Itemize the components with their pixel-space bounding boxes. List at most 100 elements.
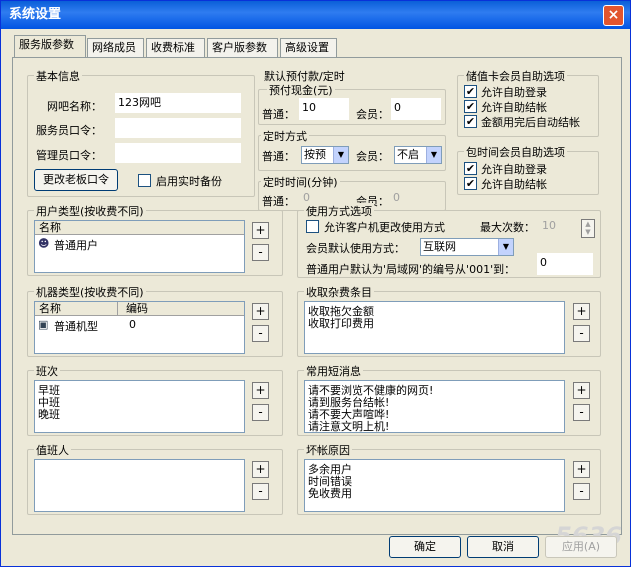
usage-options-title: 使用方式选项 <box>304 203 374 219</box>
remove-machine-type-button[interactable]: - <box>252 325 269 342</box>
usage-options-group: 使用方式选项 允许客户机更改使用方式 最大次数： 10 ▲ ▼ 会员默认使用方式：… <box>297 203 601 278</box>
remove-bad-debt-button[interactable]: - <box>573 483 590 500</box>
machine-col-code: 编码 <box>117 302 148 315</box>
prepay-cash-title: 预付现金(元) <box>267 82 335 98</box>
shift-group: 班次 早班 中班 晚班 + - <box>27 363 283 436</box>
messages-group: 常用短消息 请不要浏览不健康的网页! 请到服务台结帐! 请不要大声喧哗! 请注意… <box>297 363 601 436</box>
max-count-spinner[interactable]: ▲ ▼ <box>581 219 595 238</box>
messages-list[interactable]: 请不要浏览不健康的网页! 请到服务台结帐! 请不要大声喧哗! 请注意文明上机! <box>304 380 565 433</box>
method-member-value: 不启 <box>397 148 419 161</box>
add-shift-button[interactable]: + <box>252 382 269 399</box>
tab-advanced[interactable]: 高级设置 <box>280 38 337 57</box>
timed-checkout-label: 允许自助结帐 <box>481 178 547 191</box>
tab-service-params[interactable]: 服务版参数 <box>14 35 86 58</box>
user-type-header: 名称 <box>35 221 244 235</box>
method-normal-label: 普通： <box>262 150 295 163</box>
user-type-title: 用户类型(按收费不同) <box>34 203 146 219</box>
timed-checkout-checkbox[interactable]: ✔ <box>464 177 477 190</box>
remove-user-type-button[interactable]: - <box>252 244 269 261</box>
remove-duty-button[interactable]: - <box>252 483 269 500</box>
user-type-item[interactable]: 普通用户 <box>54 237 98 253</box>
bad-debt-title: 坏帐原因 <box>304 442 352 458</box>
machine-type-list[interactable]: 名称 编码 ▣ 普通机型 0 <box>34 301 245 354</box>
tab-panel: 基本信息 网吧名称： 123网吧 服务员口令： 管理员口令： 更改老板口令 启用… <box>12 57 622 535</box>
misc-fee-list[interactable]: 收取拖欠金额 收取打印费用 <box>304 301 565 354</box>
list-item[interactable]: 收取打印费用 <box>308 315 374 331</box>
stored-login-checkbox[interactable]: ✔ <box>464 85 477 98</box>
time-normal-label: 普通： <box>262 195 295 208</box>
remove-misc-fee-button[interactable]: - <box>573 325 590 342</box>
bad-debt-list[interactable]: 多余用户 时间错误 免收费用 <box>304 459 565 512</box>
change-owner-password-button[interactable]: 更改老板口令 <box>34 169 118 191</box>
messages-title: 常用短消息 <box>304 363 363 379</box>
timing-duration-title: 定时时间(分钟) <box>261 174 340 190</box>
misc-fee-title: 收取杂费条目 <box>304 284 374 300</box>
chevron-down-icon: ▼ <box>498 239 513 255</box>
staff-password-input[interactable] <box>115 118 241 138</box>
timed-member-title: 包时间会员自助选项 <box>464 144 567 160</box>
stored-login-label: 允许自助登录 <box>481 86 547 99</box>
prepay-member-input[interactable]: 0 <box>391 98 441 120</box>
add-machine-type-button[interactable]: + <box>252 303 269 320</box>
stored-auto-checkout-checkbox[interactable]: ✔ <box>464 115 477 128</box>
list-item[interactable]: 免收费用 <box>308 485 352 501</box>
timed-login-label: 允许自助登录 <box>481 163 547 176</box>
staff-password-label: 服务员口令： <box>36 124 102 137</box>
default-usage-select[interactable]: 互联网 ▼ <box>420 238 514 256</box>
default-usage-value: 互联网 <box>423 240 456 253</box>
duty-group: 值班人 + - <box>27 442 283 515</box>
tab-network-members[interactable]: 网络成员 <box>87 38 144 57</box>
apply-button[interactable]: 应用(A) <box>545 536 617 558</box>
add-misc-fee-button[interactable]: + <box>573 303 590 320</box>
user-type-group: 用户类型(按收费不同) 名称 ☻ 普通用户 + - <box>27 203 283 276</box>
allow-change-usage-label: 允许客户机更改使用方式 <box>324 221 445 234</box>
chevron-down-icon: ▼ <box>426 147 441 163</box>
list-item[interactable]: 请注意文明上机! <box>308 418 389 434</box>
method-member-select[interactable]: 不启 ▼ <box>394 146 442 164</box>
prepay-group: 默认预付款/定时 预付现金(元) 普通： 10 会员： 0 定时方式 普通： 按… <box>258 70 446 211</box>
method-member-label: 会员： <box>356 150 389 163</box>
machine-type-item[interactable]: 普通机型 <box>54 318 98 334</box>
prepay-normal-input[interactable]: 10 <box>299 98 349 120</box>
tab-fee-standard[interactable]: 收费标准 <box>146 38 205 57</box>
lan-range-input[interactable]: 0 <box>537 253 593 275</box>
window-title: 系统设置 <box>9 7 62 22</box>
tab-client-params[interactable]: 客户版参数 <box>207 38 278 57</box>
stored-checkout-checkbox[interactable]: ✔ <box>464 100 477 113</box>
stored-value-group: 储值卡会员自助选项 ✔ 允许自助登录 ✔ 允许自助结帐 ✔ 金额用完后自动结帐 <box>457 68 599 137</box>
admin-password-input[interactable] <box>115 143 241 163</box>
timing-method-title: 定时方式 <box>261 128 309 144</box>
timed-member-group: 包时间会员自助选项 ✔ 允许自助登录 ✔ 允许自助结帐 <box>457 144 599 195</box>
settings-window: 系统设置 × 服务版参数 网络成员 收费标准 客户版参数 高级设置 基本信息 网… <box>0 0 631 567</box>
cafe-name-label: 网吧名称： <box>47 100 102 113</box>
realtime-backup-checkbox[interactable] <box>138 174 151 187</box>
close-button[interactable]: × <box>603 5 624 26</box>
list-item[interactable]: 晚班 <box>38 406 60 422</box>
ok-button[interactable]: 确定 <box>389 536 461 558</box>
prepay-cash-group: 预付现金(元) 普通： 10 会员： 0 <box>258 82 446 125</box>
misc-fee-group: 收取杂费条目 收取拖欠金额 收取打印费用 + - <box>297 284 601 357</box>
duty-title: 值班人 <box>34 442 71 458</box>
remove-message-button[interactable]: - <box>573 404 590 421</box>
timed-login-checkbox[interactable]: ✔ <box>464 162 477 175</box>
add-duty-button[interactable]: + <box>252 461 269 478</box>
admin-password-label: 管理员口令： <box>36 149 102 162</box>
add-message-button[interactable]: + <box>573 382 590 399</box>
user-type-list[interactable]: 名称 ☻ 普通用户 <box>34 220 245 273</box>
method-normal-select[interactable]: 按预 ▼ <box>301 146 349 164</box>
machine-type-group: 机器类型(按收费不同) 名称 编码 ▣ 普通机型 0 + - <box>27 284 283 357</box>
prepay-normal-label: 普通： <box>262 108 295 121</box>
default-usage-label: 会员默认使用方式： <box>306 242 405 255</box>
cafe-name-input[interactable]: 123网吧 <box>115 93 241 113</box>
remove-shift-button[interactable]: - <box>252 404 269 421</box>
cancel-button[interactable]: 取消 <box>467 536 539 558</box>
realtime-backup-label: 启用实时备份 <box>156 175 222 188</box>
method-normal-value: 按预 <box>304 148 326 161</box>
add-bad-debt-button[interactable]: + <box>573 461 590 478</box>
add-user-type-button[interactable]: + <box>252 222 269 239</box>
allow-change-usage-checkbox[interactable] <box>306 220 319 233</box>
shift-list[interactable]: 早班 中班 晚班 <box>34 380 245 433</box>
duty-list[interactable] <box>34 459 245 512</box>
stored-value-title: 储值卡会员自助选项 <box>464 68 567 84</box>
machine-type-code: 0 <box>129 318 136 331</box>
